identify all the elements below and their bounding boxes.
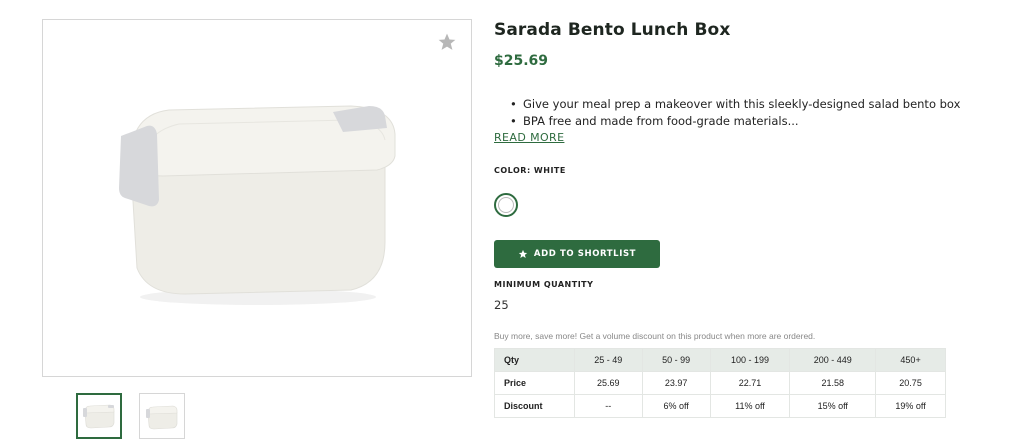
- product-image: [42, 19, 472, 377]
- color-swatch-white[interactable]: [494, 193, 518, 217]
- table-cell: 25.69: [573, 371, 643, 395]
- minimum-quantity-value: 25: [494, 298, 509, 312]
- add-to-shortlist-button[interactable]: ADD TO SHORTLIST: [494, 240, 660, 268]
- table-cell: 20.75: [875, 371, 946, 395]
- table-cell: 21.58: [789, 371, 877, 395]
- volume-price-table: Qty 25 - 49 50 - 99 100 - 199 200 - 449 …: [494, 348, 946, 418]
- column-header: Qty: [494, 348, 575, 372]
- lunch-box-image: [119, 105, 396, 305]
- star-icon[interactable]: [437, 32, 457, 52]
- shortlist-label: ADD TO SHORTLIST: [533, 249, 637, 259]
- table-cell: 15% off: [789, 394, 877, 418]
- lunch-box-thumbnail: [83, 404, 115, 429]
- table-cell: 19% off: [875, 394, 946, 418]
- table-cell: 6% off: [641, 394, 711, 418]
- column-header: 50 - 99: [641, 348, 711, 372]
- column-header: 450+: [875, 348, 946, 372]
- minimum-quantity-label: MINIMUM QUANTITY: [494, 280, 594, 289]
- swatch-fill: [498, 197, 514, 213]
- table-cell: Price: [494, 371, 575, 395]
- star-icon: [518, 249, 528, 258]
- column-header: 100 - 199: [709, 348, 791, 372]
- volume-discount-note: Buy more, save more! Get a volume discou…: [494, 331, 816, 341]
- feature-list: Give your meal prep a makeover with this…: [510, 96, 960, 130]
- lunch-box-thumbnail: [146, 405, 178, 430]
- feature-bullet: Give your meal prep a makeover with this…: [510, 96, 960, 113]
- table-cell: --: [573, 394, 643, 418]
- thumbnail-2[interactable]: [139, 393, 185, 439]
- feature-bullet: BPA free and made from food-grade materi…: [510, 113, 960, 130]
- column-header: 200 - 449: [789, 348, 877, 372]
- table-cell: 23.97: [641, 371, 711, 395]
- table-row: Price 25.69 23.97 22.71 21.58 20.75: [494, 371, 946, 395]
- table-cell: Discount: [494, 394, 575, 418]
- table-row: Discount -- 6% off 11% off 15% off 19% o…: [494, 394, 946, 418]
- product-title: Sarada Bento Lunch Box: [494, 20, 731, 40]
- table-cell: 22.71: [709, 371, 791, 395]
- table-cell: 11% off: [709, 394, 791, 418]
- read-more-link[interactable]: READ MORE: [494, 131, 564, 144]
- product-price: $25.69: [494, 53, 549, 69]
- table-header-row: Qty 25 - 49 50 - 99 100 - 199 200 - 449 …: [494, 348, 946, 372]
- color-label: COLOR: WHITE: [494, 166, 566, 175]
- column-header: 25 - 49: [573, 348, 643, 372]
- thumbnail-1[interactable]: [76, 393, 122, 439]
